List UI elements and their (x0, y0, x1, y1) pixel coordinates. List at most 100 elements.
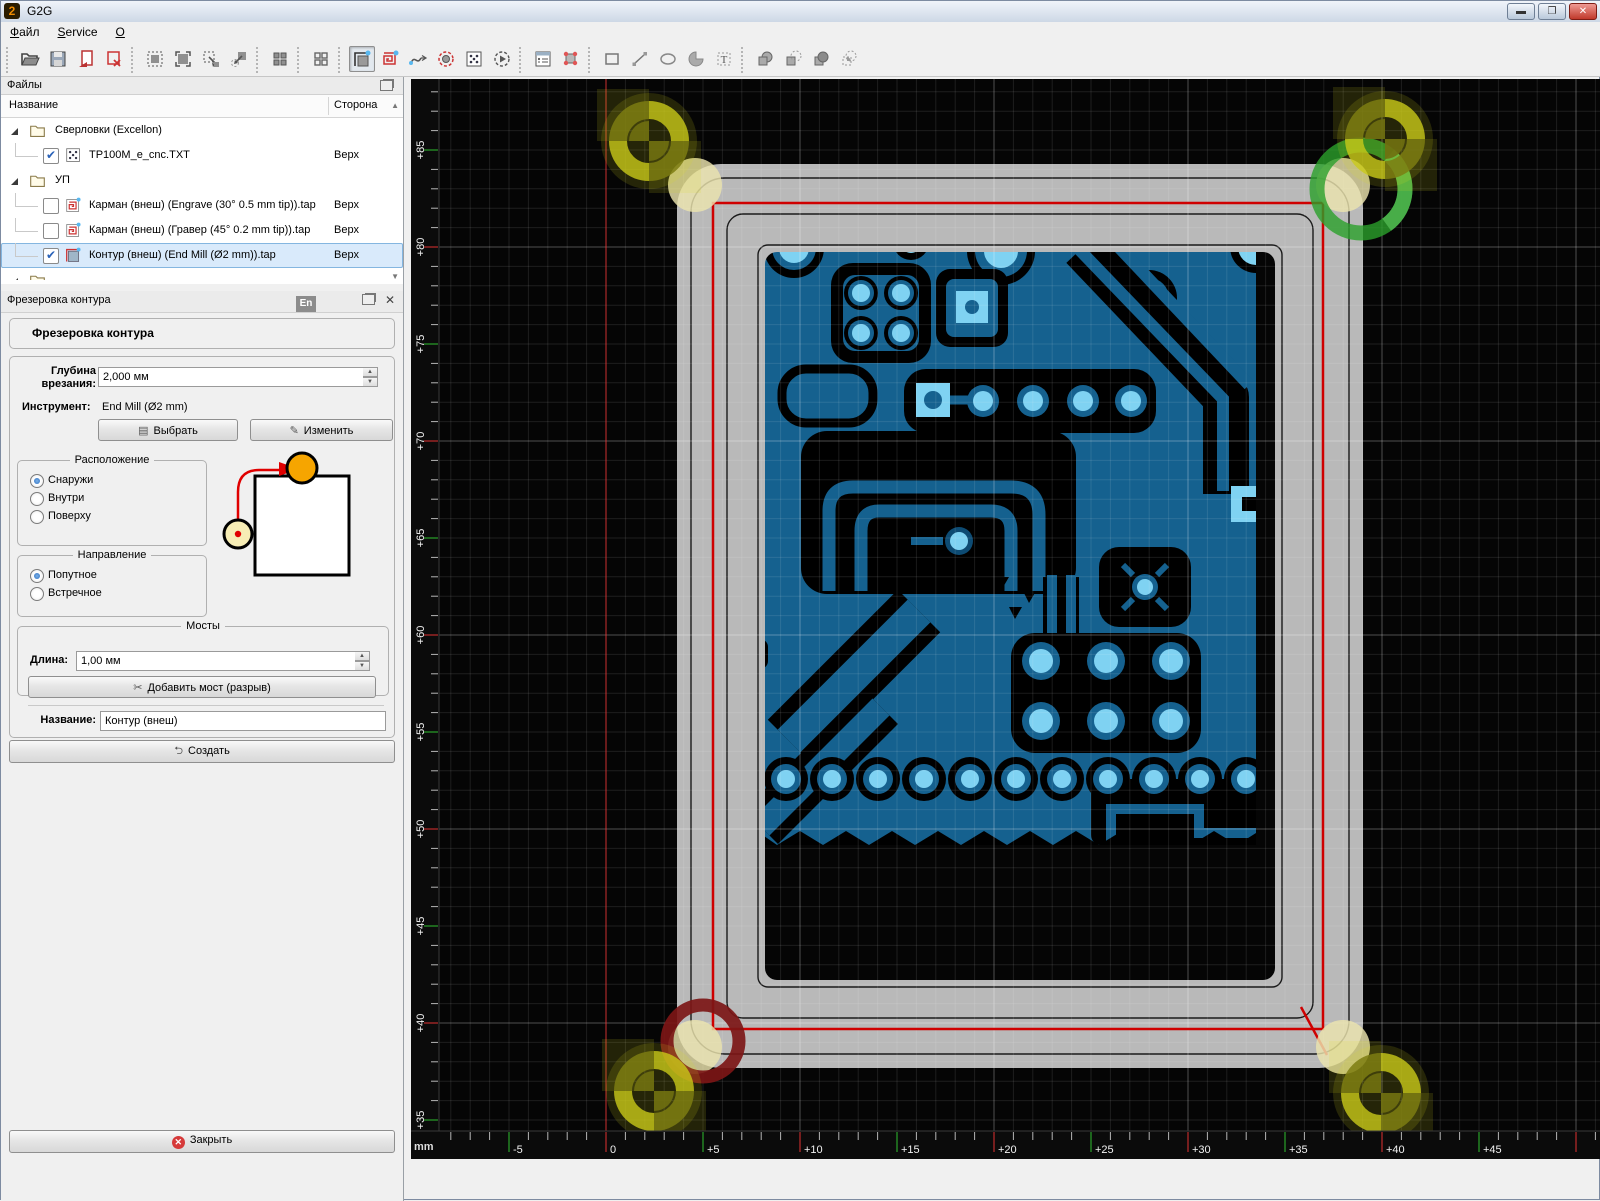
radio-Встречное[interactable]: Встречное (28, 587, 196, 601)
menu-2[interactable]: Service (49, 22, 107, 42)
depth-spin-up[interactable]: ▲ (363, 367, 378, 377)
close-panel-icon[interactable]: ✕ (385, 293, 395, 307)
overlay-layer: mm -5 0 +5 +10 +15 +20 +25 +30 +35 +40 +45 +35 +40 +4… (411, 79, 1600, 1159)
bool-exclude-button[interactable] (836, 46, 862, 72)
scroll-down-icon[interactable]: ▼ (391, 272, 399, 281)
bool-subtract-button[interactable] (780, 46, 806, 72)
open-file-button[interactable] (17, 46, 43, 72)
radio-icon[interactable] (30, 569, 44, 583)
bridge-spin-up[interactable]: ▲ (355, 651, 370, 661)
remove-file-button[interactable] (101, 46, 127, 72)
draw-arc-button[interactable] (683, 46, 709, 72)
svg-text:+80: +80 (415, 238, 427, 257)
language-badge[interactable]: En (296, 296, 316, 312)
program-form-button[interactable] (530, 46, 556, 72)
close-icon: ✕ (1578, 6, 1588, 17)
draw-text-button[interactable]: T (711, 46, 737, 72)
tree-row[interactable]: ✔ Контур (внеш) (End Mill (Ø2 mm)).tap Вер… (1, 243, 403, 268)
draw-rectangle-button[interactable] (599, 46, 625, 72)
bridge-length-input[interactable] (76, 651, 356, 671)
left-panel: Файлы Название Сторона ▲ Сверловки (Exce… (1, 77, 404, 1201)
bridges-group-title: Мосты (186, 620, 220, 632)
bool-union-button[interactable] (752, 46, 778, 72)
tree-row[interactable]: УП (1, 168, 403, 193)
column-side[interactable]: Сторона (334, 99, 377, 111)
separator (28, 705, 384, 706)
radio-Снаружи[interactable]: Снаружи (28, 474, 196, 488)
tool-value: End Mill (Ø2 mm) (102, 401, 188, 413)
panelize-button[interactable] (267, 46, 293, 72)
panelize-outline-button[interactable] (308, 46, 334, 72)
svg-text:+75: +75 (415, 335, 427, 354)
visibility-checkbox[interactable]: ✔ (43, 148, 59, 164)
drill-array-tool-button[interactable] (461, 46, 487, 72)
select-area-button[interactable] (142, 46, 168, 72)
window-title: G2G (27, 4, 53, 18)
radio-icon[interactable] (30, 492, 44, 506)
close-panel-button[interactable]: ✕ Закрыть (9, 1130, 395, 1153)
fit-board-button[interactable] (170, 46, 196, 72)
title-bar: 2 G2G ▬ ❐ ✕ (1, 1, 1600, 23)
vertical-ruler (411, 79, 439, 1131)
tree-row[interactable]: Карман (внеш) (Гравер (45° 0.2 mm tip)).… (1, 218, 403, 243)
depth-spin-down[interactable]: ▼ (363, 377, 378, 387)
contour-mill-tool-button[interactable] (349, 46, 375, 72)
svg-text:+55: +55 (415, 723, 427, 742)
name-input[interactable] (100, 711, 386, 731)
radio-icon[interactable] (30, 474, 44, 488)
visibility-checkbox[interactable]: ✔ (43, 248, 59, 264)
drill-file-icon (65, 147, 82, 167)
expander-icon[interactable] (9, 126, 19, 139)
svg-text:T: T (721, 54, 728, 66)
radio-Попутное[interactable]: Попутное (28, 569, 196, 583)
run-program-tool-button[interactable] (489, 46, 515, 72)
minimize-button[interactable]: ▬ (1507, 3, 1535, 20)
restore-button[interactable]: ❐ (1538, 3, 1566, 20)
bridges-group: Мосты Длина: ▲ ▼ ✂Добавить мост (разрыв) (17, 620, 389, 698)
column-name[interactable]: Название (9, 99, 58, 111)
radio-icon[interactable] (30, 587, 44, 601)
svg-text:+70: +70 (415, 432, 427, 451)
bridge-spin-down[interactable]: ▼ (355, 661, 370, 671)
tree-guide (15, 243, 38, 257)
import-file-button[interactable] (73, 46, 99, 72)
visibility-checkbox[interactable] (43, 223, 59, 239)
depth-input[interactable] (98, 367, 364, 387)
depth-label: Глубина врезания: (41, 365, 96, 390)
float-panel-icon[interactable] (362, 294, 375, 305)
add-bridge-button[interactable]: ✂ Добавить мост (разрыв) (28, 676, 376, 698)
save-file-button[interactable] (45, 46, 71, 72)
close-window-button[interactable]: ✕ (1569, 3, 1597, 20)
tree-row[interactable]: ✔ TP100M_e_cnc.TXT Верх (1, 143, 403, 168)
svg-text:+85: +85 (415, 141, 427, 160)
expander-icon[interactable] (9, 176, 19, 189)
ruler-ticks: -5 0 +5 +10 +15 +20 +25 +30 +35 +40 +45 +35 +40 +45 +5… (415, 91, 1596, 1156)
path-tool-button[interactable] (405, 46, 431, 72)
visibility-checkbox[interactable] (43, 198, 59, 214)
radio-icon[interactable] (30, 510, 44, 524)
svg-text:+15: +15 (901, 1144, 920, 1156)
draw-ellipse-button[interactable] (655, 46, 681, 72)
radio-Поверху[interactable]: Поверху (28, 510, 196, 524)
draw-line-button[interactable] (627, 46, 653, 72)
registration-mark (1329, 1041, 1433, 1145)
zoom-out-selection-button[interactable] (226, 46, 252, 72)
board-canvas[interactable]: mm -5 0 +5 +10 +15 +20 +25 +30 +35 +40 +45 +35 +40 +4… (411, 79, 1600, 1159)
radio-Внутри[interactable]: Внутри (28, 492, 196, 506)
contour-settings-box: Глубина врезания: ▲ ▼ Инструмент: End Mi… (9, 356, 395, 738)
float-panel-icon[interactable] (380, 80, 393, 91)
bool-intersect-button[interactable] (808, 46, 834, 72)
create-button[interactable]: ⮌ Создать (9, 740, 395, 763)
select-tool-button[interactable]: ▤ Выбрать (98, 419, 238, 441)
menu-3[interactable]: О (107, 22, 134, 42)
pocket-mill-tool-button[interactable] (377, 46, 403, 72)
scroll-up-icon[interactable]: ▲ (391, 101, 399, 110)
tree-row-clipped[interactable] (1, 268, 403, 280)
drill-tool-button[interactable] (433, 46, 459, 72)
menu-1[interactable]: Файл (1, 22, 49, 42)
transform-tool-button[interactable] (558, 46, 584, 72)
edit-tool-button[interactable]: ✎ Изменить (250, 419, 393, 441)
tree-row[interactable]: Сверловки (Excellon) (1, 118, 403, 143)
tree-row[interactable]: Карман (внеш) (Engrave (30° 0.5 mm tip))… (1, 193, 403, 218)
zoom-to-selection-button[interactable] (198, 46, 224, 72)
